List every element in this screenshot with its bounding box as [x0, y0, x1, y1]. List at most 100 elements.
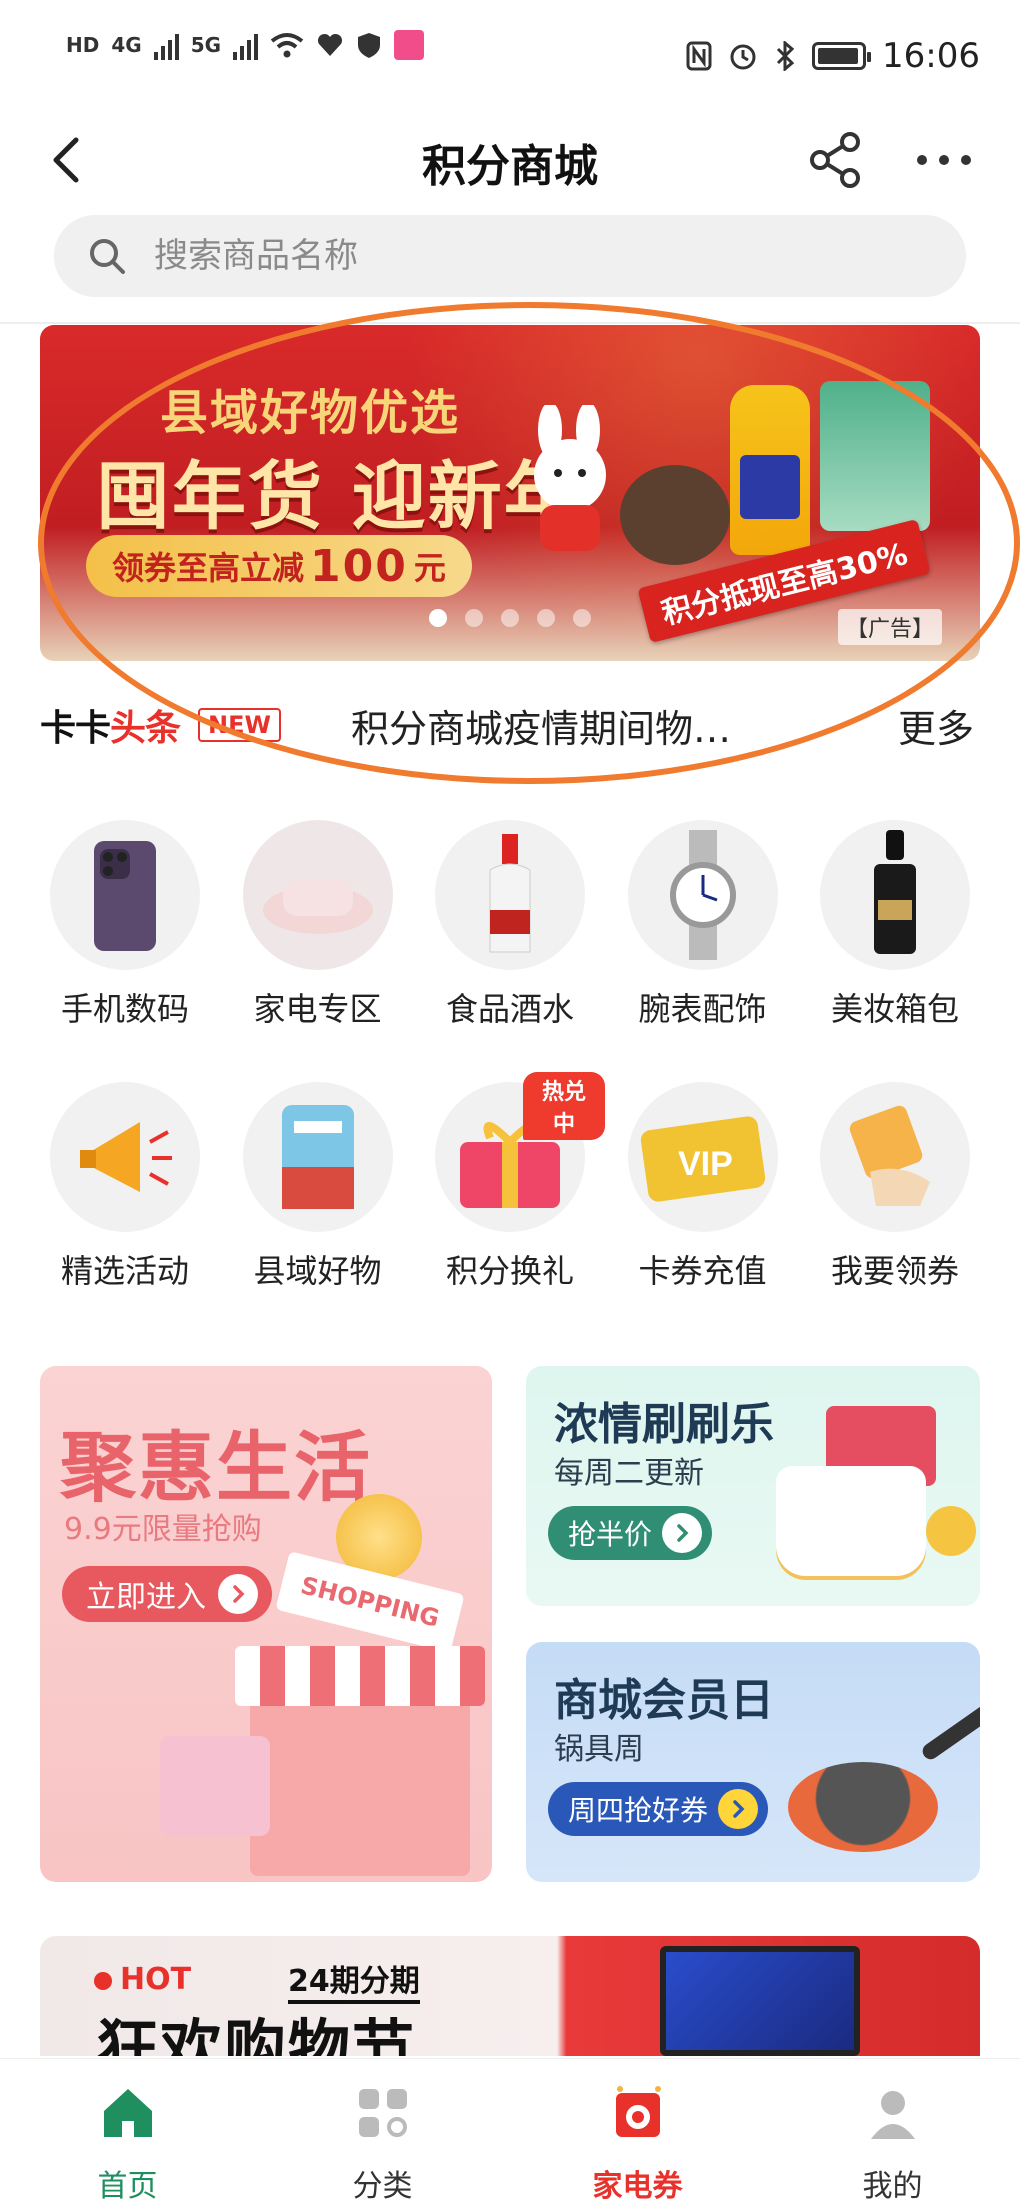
category-label: 精选活动 [60, 1252, 189, 1290]
promo-title: 聚惠生活 [60, 1423, 372, 1512]
signal-icon [153, 30, 179, 60]
ticker-logo-black: 卡卡 [40, 708, 111, 749]
pagination-dot[interactable] [501, 609, 519, 627]
promo-banner[interactable]: 县域好物优选 囤年货 迎新年 领券至高立减 100 元 积分抵现至高30% 【广… [40, 325, 980, 661]
tab-appliance-coupon[interactable]: 家电券 [510, 2059, 765, 2210]
thursday-coupon-button[interactable]: 周四抢好券 [548, 1782, 769, 1836]
bottom-tab-bar: 首页 分类 家电券 我的 [0, 2058, 1020, 2210]
megaphone-icon [50, 1082, 200, 1232]
tab-label: 家电券 [592, 2169, 683, 2204]
vip-card-icon: VIP [627, 1082, 778, 1232]
category-label: 家电专区 [253, 990, 382, 1028]
category-label: 美妆箱包 [830, 990, 959, 1028]
promo-title: 浓情刷刷乐 [554, 1399, 774, 1450]
category-label: 食品酒水 [445, 990, 574, 1028]
chevron-right-icon [718, 1789, 759, 1829]
ticker-headline[interactable]: 积分商城疫情期间物… [351, 698, 771, 753]
coin-icon [926, 1506, 976, 1556]
ticker-logo-red: 头条 [110, 708, 181, 749]
network-5g-label: 5G [190, 33, 222, 57]
profile-icon [870, 2091, 915, 2139]
search-bar[interactable] [54, 215, 966, 297]
category-label: 县域好物 [253, 1252, 382, 1290]
tab-mine[interactable]: 我的 [765, 2059, 1020, 2210]
svg-text:VIP: VIP [678, 1145, 733, 1183]
pagination-dot[interactable] [573, 609, 591, 627]
oil-bottle-image [730, 385, 810, 555]
banner-title: 囤年货 迎新年 [96, 454, 580, 540]
search-icon [90, 239, 125, 274]
category-county-goods[interactable]: 县域好物 [223, 1082, 413, 1292]
signal-icon-2 [233, 30, 259, 60]
pan-handle [919, 1697, 980, 1763]
nfc-icon [686, 41, 712, 71]
frying-pan-image [788, 1762, 938, 1852]
hd-label: HD [66, 33, 100, 57]
tab-category[interactable]: 分类 [255, 2059, 510, 2210]
tab-label: 分类 [352, 2169, 413, 2204]
category-cosmetics[interactable]: 美妆箱包 [800, 820, 990, 1030]
category-activities[interactable]: 精选活动 [30, 1082, 220, 1292]
heart-icon [318, 33, 343, 56]
category-row: 手机数码 家电专区 食品酒水 腕表配饰 美妆箱包 [30, 820, 990, 1030]
shopping-festival-banner[interactable]: HOT 24期分期 狂欢购物节 [40, 1936, 980, 2056]
pagination-dot[interactable] [537, 609, 555, 627]
new-badge: NEW [198, 708, 281, 742]
bluetooth-icon [776, 41, 795, 71]
enter-now-button[interactable]: 立即进入 [62, 1566, 272, 1622]
category-label: 腕表配饰 [638, 990, 767, 1028]
category-claim-coupon[interactable]: 我要领券 [800, 1082, 990, 1292]
chevron-right-icon [218, 1574, 258, 1614]
category-icon [358, 2089, 407, 2137]
share-icon[interactable] [806, 130, 866, 190]
status-time: 16:06 [882, 36, 980, 76]
top-nav: 积分商城 [0, 110, 1020, 210]
promo-swipe-fun[interactable]: 浓情刷刷乐 每周二更新 抢半价 [526, 1366, 980, 1606]
shop-awning [235, 1646, 485, 1706]
ticker-more-link[interactable]: 更多 [898, 698, 974, 753]
header-divider [0, 322, 1020, 324]
category-phones[interactable]: 手机数码 [30, 820, 220, 1030]
banner-coupon-strip: 领券至高立减 100 元 [86, 535, 472, 597]
half-price-button[interactable]: 抢半价 [548, 1506, 713, 1560]
category-card-recharge[interactable]: VIP 卡券充值 [608, 1082, 798, 1292]
phone-icon [50, 820, 200, 970]
search-input[interactable] [154, 215, 934, 297]
category-food-drinks[interactable]: 食品酒水 [415, 820, 605, 1030]
wifi-icon [270, 33, 304, 58]
network-4g-label: 4G [111, 33, 142, 57]
status-left: HD 4G 5G [66, 30, 425, 60]
promo-title: 商城会员日 [554, 1675, 774, 1726]
cosmetics-icon [820, 820, 970, 970]
pagination-dot[interactable] [465, 609, 483, 627]
button-label: 立即进入 [86, 1580, 206, 1615]
tab-label: 首页 [97, 2169, 158, 2204]
festival-title: 狂欢购物节 [96, 2012, 417, 2056]
category-row: 精选活动 县域好物 热兑中 积分换礼 VIP 卡券充值 我要领券 [30, 1072, 990, 1292]
installment-tag: 24期分期 [288, 1956, 420, 2004]
category-watches[interactable]: 腕表配饰 [608, 820, 798, 1030]
promo-subtitle: 9.9元限量抢购 [64, 1512, 262, 1547]
status-bar: HD 4G 5G 16:06 [0, 0, 1020, 110]
chevron-right-icon [662, 1513, 703, 1553]
rice-bag-image [820, 381, 930, 531]
pagination-dot[interactable] [429, 609, 447, 627]
more-options-icon[interactable] [912, 134, 976, 186]
category-label: 手机数码 [60, 990, 189, 1028]
shop-illustration [250, 1676, 470, 1876]
promo-juhui-life[interactable]: 聚惠生活 9.9元限量抢购 立即进入 SHOPPING [40, 1366, 492, 1882]
category-label: 积分换礼 [445, 1252, 574, 1290]
category-grid: 手机数码 家电专区 食品酒水 腕表配饰 美妆箱包 精选活动 县域好物 热兑中 积… [30, 820, 990, 1344]
category-appliances[interactable]: 家电专区 [223, 820, 413, 1030]
banner-subtitle: 县域好物优选 [160, 385, 461, 441]
page-title: 积分商城 [422, 141, 598, 192]
banner-coupon-prefix: 领券至高立减 [112, 549, 305, 587]
app-notification-icon [394, 30, 425, 60]
tab-home[interactable]: 首页 [0, 2059, 255, 2210]
promo-member-day[interactable]: 商城会员日 锅具周 周四抢好券 [526, 1642, 980, 1882]
banner-coupon-unit: 元 [413, 549, 446, 587]
cooker-image [776, 1466, 926, 1576]
rabbit-mascot-icon [534, 405, 606, 551]
category-points-gift[interactable]: 热兑中 积分换礼 [415, 1072, 605, 1292]
news-ticker[interactable]: 卡卡头条 NEW 积分商城疫情期间物… 更多 [40, 690, 980, 760]
